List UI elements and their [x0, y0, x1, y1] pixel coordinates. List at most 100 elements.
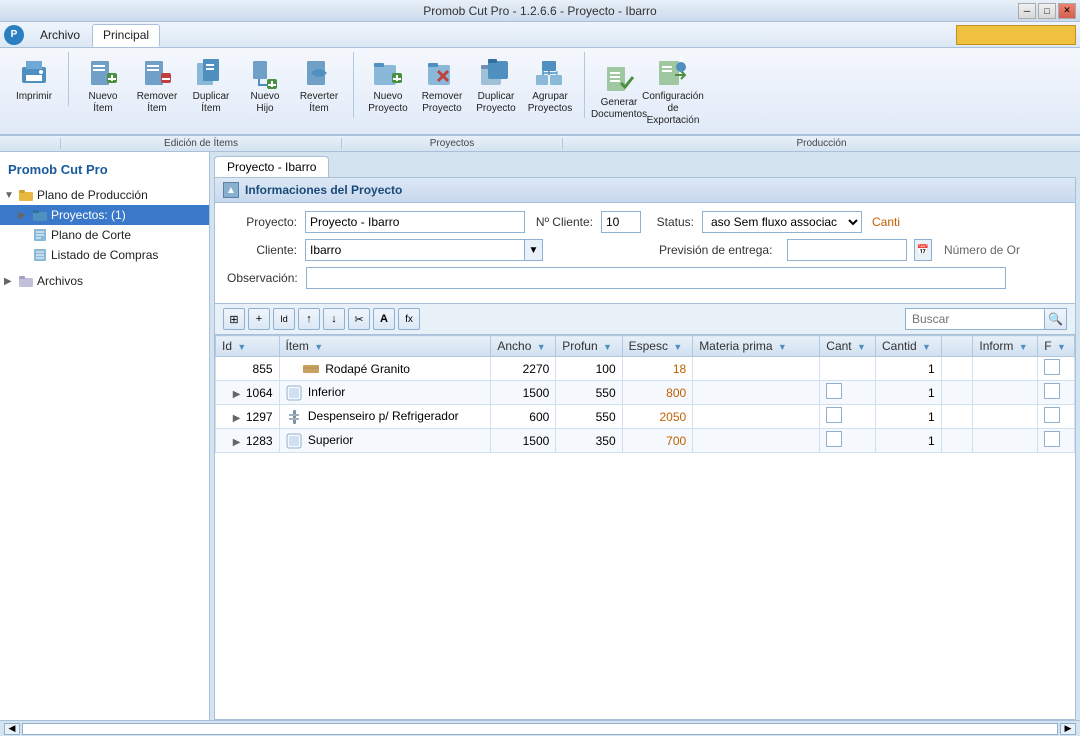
toolbar-print-button[interactable]: Imprimir: [8, 52, 60, 106]
cell-cant-1064[interactable]: [820, 381, 876, 405]
scroll-left-button[interactable]: ◀: [4, 723, 20, 735]
cell-f-1297[interactable]: [1038, 405, 1075, 429]
cell-inform-1064: [973, 381, 1038, 405]
toolbar-remover-proyecto-button[interactable]: Remover Proyecto: [416, 52, 468, 118]
table-row[interactable]: ▶ 1297 Despenseiro p/ Refrigerador: [216, 405, 1075, 429]
checkbox-cant-1064[interactable]: [826, 383, 842, 399]
filter-cant-icon[interactable]: ▼: [857, 342, 866, 352]
sidebar-item-proyectos[interactable]: ▶ Proyectos: (1): [0, 205, 209, 225]
collapse-button[interactable]: ▲: [223, 182, 239, 198]
toolbar-wrapper: Imprimir Nuevo Ítem: [0, 48, 1080, 152]
filter-cantid-icon[interactable]: ▼: [922, 342, 931, 352]
form-row-observacion: Observación:: [227, 267, 1063, 289]
grid-search-input[interactable]: [905, 308, 1045, 330]
cell-cant-1283[interactable]: [820, 429, 876, 453]
cliente-dropdown-button[interactable]: ▼: [525, 239, 543, 261]
minimize-button[interactable]: ─: [1018, 3, 1036, 19]
tab-proyecto-ibarro[interactable]: Proyecto - Ibarro: [214, 156, 329, 177]
sidebar-title: Promob Cut Pro: [0, 158, 209, 185]
checkbox-cant-1283[interactable]: [826, 431, 842, 447]
checkbox-855[interactable]: [1044, 359, 1060, 375]
export-config-icon: [657, 57, 689, 89]
cell-cant-855: [820, 357, 876, 381]
grid-btn-scissors[interactable]: ✂: [348, 308, 370, 330]
toolbar-duplicar-item-button[interactable]: Duplicar Ítem: [185, 52, 237, 118]
cell-cant-1297[interactable]: [820, 405, 876, 429]
grid-search-button[interactable]: 🔍: [1045, 308, 1067, 330]
bottom-bar: ◀ ▶: [0, 720, 1080, 736]
filter-inform-icon[interactable]: ▼: [1019, 342, 1028, 352]
toolbar-nuevo-hijo-button[interactable]: Nuevo Hijo: [239, 52, 291, 118]
title-bar: Promob Cut Pro - 1.2.6.6 - Proyecto - Ib…: [0, 0, 1080, 22]
filter-espesc-icon[interactable]: ▼: [673, 342, 682, 352]
expand-icon-proyectos: ▶: [18, 210, 32, 221]
expand-btn-1283[interactable]: ▶: [233, 437, 241, 448]
table-row[interactable]: ▶ 1064 Inferior 1500 55: [216, 381, 1075, 405]
cell-ancho-1064: 1500: [491, 381, 556, 405]
cell-item-1297: Despenseiro p/ Refrigerador: [279, 405, 491, 429]
cell-f-855[interactable]: [1038, 357, 1075, 381]
checkbox-cant-1297[interactable]: [826, 407, 842, 423]
table-row[interactable]: ▶ 1283 Superior 1500 35: [216, 429, 1075, 453]
grid-btn-grid[interactable]: ⊞: [223, 308, 245, 330]
toolbar-group-items: Nuevo Ítem Remover Ítem: [77, 52, 354, 118]
expand-btn-1297[interactable]: ▶: [233, 413, 241, 424]
filter-id-icon[interactable]: ▼: [237, 342, 246, 352]
cell-f-1064[interactable]: [1038, 381, 1075, 405]
cell-f-1283[interactable]: [1038, 429, 1075, 453]
horizontal-scrollbar[interactable]: [22, 723, 1058, 735]
grid-btn-id[interactable]: Id: [273, 308, 295, 330]
wood-icon: [303, 363, 319, 375]
calendar-button[interactable]: 📅: [914, 239, 932, 261]
cliente-input[interactable]: [305, 239, 525, 261]
filter-materia-icon[interactable]: ▼: [778, 342, 787, 352]
sidebar-item-plano-corte[interactable]: Plano de Corte: [0, 225, 209, 245]
folder-blue-icon: [32, 207, 48, 223]
grid-btn-fx[interactable]: fx: [398, 308, 420, 330]
no-cliente-input[interactable]: [601, 211, 641, 233]
sidebar-item-plano-produccion[interactable]: ▼ Plano de Producción: [0, 185, 209, 205]
filter-ancho-icon[interactable]: ▼: [537, 342, 546, 352]
filter-profun-icon[interactable]: ▼: [603, 342, 612, 352]
checkbox-1283[interactable]: [1044, 431, 1060, 447]
toolbar-reverter-item-button[interactable]: Reverter Ítem: [293, 52, 345, 118]
checkbox-1064[interactable]: [1044, 383, 1060, 399]
grid-btn-up[interactable]: ↑: [298, 308, 320, 330]
group-label-spacer: [0, 138, 60, 149]
new-child-icon: [249, 57, 281, 89]
scroll-right-button[interactable]: ▶: [1060, 723, 1076, 735]
observacion-input[interactable]: [306, 267, 1006, 289]
toolbar-remover-item-button[interactable]: Remover Ítem: [131, 52, 183, 118]
restore-button[interactable]: □: [1038, 3, 1056, 19]
toolbar: Imprimir Nuevo Ítem: [0, 48, 1080, 135]
prev-entrega-input[interactable]: [787, 239, 907, 261]
list-icon: [32, 247, 48, 263]
toolbar-nuevo-item-button[interactable]: Nuevo Ítem: [77, 52, 129, 118]
sidebar-item-listado-compras[interactable]: Listado de Compras: [0, 245, 209, 265]
toolbar-generar-docs-button[interactable]: Generar Documentos: [593, 52, 645, 130]
toolbar-duplicar-proyecto-button[interactable]: Duplicar Proyecto: [470, 52, 522, 118]
remove-project-icon: [426, 57, 458, 89]
toolbar-nuevo-proyecto-button[interactable]: Nuevo Proyecto: [362, 52, 414, 118]
menu-archivo[interactable]: Archivo: [30, 25, 90, 45]
grid-btn-add[interactable]: +: [248, 308, 270, 330]
col-header-f: F ▼: [1038, 336, 1075, 357]
filter-f-icon[interactable]: ▼: [1057, 342, 1066, 352]
print-label: Imprimir: [16, 91, 52, 103]
grid-btn-down[interactable]: ↓: [323, 308, 345, 330]
expand-btn-1064[interactable]: ▶: [233, 389, 241, 400]
status-select[interactable]: aso Sem fluxo associac: [702, 211, 862, 233]
table-row[interactable]: 855 Rodapé Granito 2270 100: [216, 357, 1075, 381]
grid-btn-a[interactable]: A: [373, 308, 395, 330]
cell-materia-855: [693, 357, 820, 381]
sidebar-item-archivos[interactable]: ▶ Archivos: [0, 271, 209, 291]
top-search-input[interactable]: [956, 25, 1076, 45]
toolbar-agrupar-proyectos-button[interactable]: Agrupar Proyectos: [524, 52, 576, 118]
proyecto-input[interactable]: [305, 211, 525, 233]
no-cliente-label: Nº Cliente:: [533, 215, 593, 229]
checkbox-1297[interactable]: [1044, 407, 1060, 423]
filter-item-icon[interactable]: ▼: [314, 342, 323, 352]
toolbar-export-config-button[interactable]: Configuración de Exportación: [647, 52, 699, 130]
close-button[interactable]: ✕: [1058, 3, 1076, 19]
menu-principal[interactable]: Principal: [92, 24, 160, 47]
